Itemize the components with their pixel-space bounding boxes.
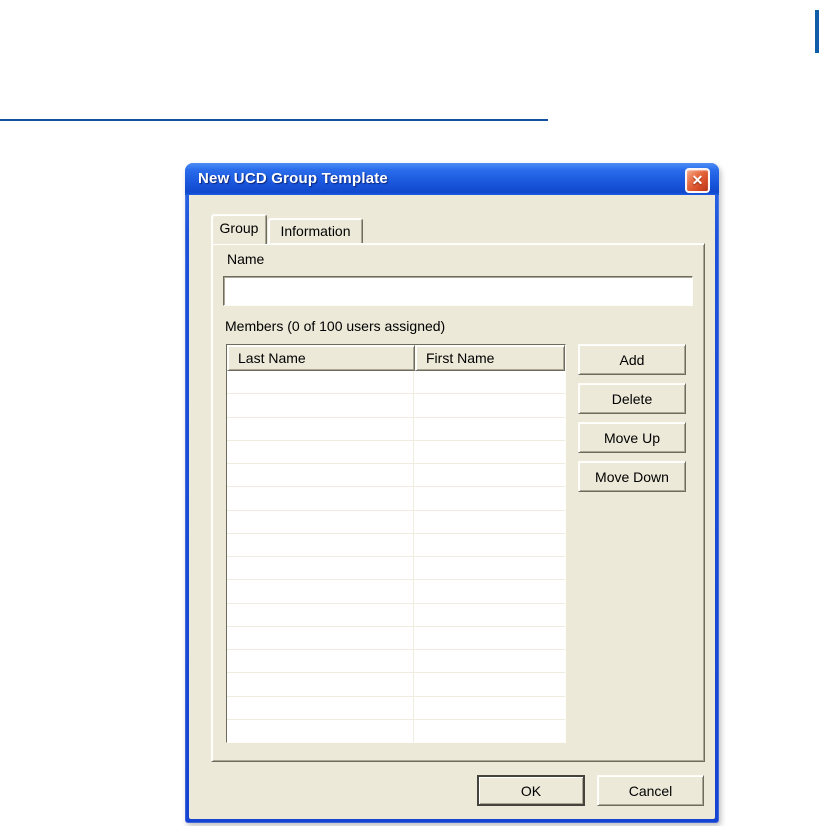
table-row[interactable] [227,440,565,464]
table-row[interactable] [227,650,565,674]
table-row[interactable] [227,557,565,581]
first-name-cell [414,464,565,486]
column-header-last-name[interactable]: Last Name [227,345,415,371]
table-row[interactable] [227,510,565,534]
last-name-cell [227,371,414,394]
last-name-cell [227,557,414,580]
table-row[interactable] [227,603,565,627]
last-name-cell [227,533,414,556]
last-name-cell [227,650,414,673]
first-name-cell [414,418,565,440]
move-down-button[interactable]: Move Down [578,461,686,492]
table-row[interactable] [227,371,565,395]
first-name-cell [414,627,565,649]
last-name-cell [227,696,414,719]
first-name-cell [414,604,565,626]
table-row[interactable] [227,673,565,697]
table-row[interactable] [227,580,565,604]
top-horizontal-rule [0,119,548,121]
table-row[interactable] [227,719,565,742]
dialog-new-ucd-group-template: New UCD Group Template ✕ Group Informati… [185,163,719,823]
ok-button[interactable]: OK [477,775,585,806]
members-label: Members (0 of 100 users assigned) [225,318,446,334]
first-name-cell [414,720,565,742]
name-label: Name [227,251,265,267]
titlebar[interactable]: New UCD Group Template ✕ [185,163,719,195]
right-edge-bar [815,10,819,53]
first-name-cell [414,394,565,416]
delete-button[interactable]: Delete [578,383,686,414]
group-tab-panel: Name Members (0 of 100 users assigned) L… [211,243,705,762]
members-table[interactable]: Last Name First Name [226,344,566,743]
first-name-cell [414,487,565,509]
dialog-body: Group Information Name Members (0 of 100… [189,195,715,819]
last-name-cell [227,580,414,603]
first-name-cell [414,371,565,393]
first-name-cell [414,673,565,695]
members-table-body[interactable] [227,371,565,742]
last-name-cell [227,464,414,487]
column-header-first-name[interactable]: First Name [415,345,565,371]
close-icon: ✕ [691,172,704,188]
close-button[interactable]: ✕ [685,168,710,193]
tab-group[interactable]: Group [211,214,267,244]
last-name-cell [227,510,414,533]
first-name-cell [414,650,565,672]
tab-information[interactable]: Information [268,218,363,243]
table-row[interactable] [227,417,565,441]
first-name-cell [414,580,565,602]
last-name-cell [227,673,414,696]
first-name-cell [414,511,565,533]
table-row[interactable] [227,464,565,488]
members-table-header: Last Name First Name [227,345,565,371]
table-row[interactable] [227,626,565,650]
last-name-cell [227,626,414,649]
table-row[interactable] [227,487,565,511]
first-name-cell [414,557,565,579]
cancel-button[interactable]: Cancel [597,775,704,806]
table-row[interactable] [227,533,565,557]
add-button[interactable]: Add [578,344,686,375]
last-name-cell [227,417,414,440]
last-name-cell [227,487,414,510]
table-row[interactable] [227,394,565,418]
last-name-cell [227,719,414,742]
table-row[interactable] [227,696,565,720]
first-name-cell [414,534,565,556]
page: New UCD Group Template ✕ Group Informati… [0,0,820,826]
first-name-cell [414,441,565,463]
last-name-cell [227,394,414,417]
dialog-title: New UCD Group Template [198,170,388,187]
last-name-cell [227,603,414,626]
first-name-cell [414,697,565,719]
last-name-cell [227,440,414,463]
move-up-button[interactable]: Move Up [578,422,686,453]
name-input[interactable] [223,276,693,306]
